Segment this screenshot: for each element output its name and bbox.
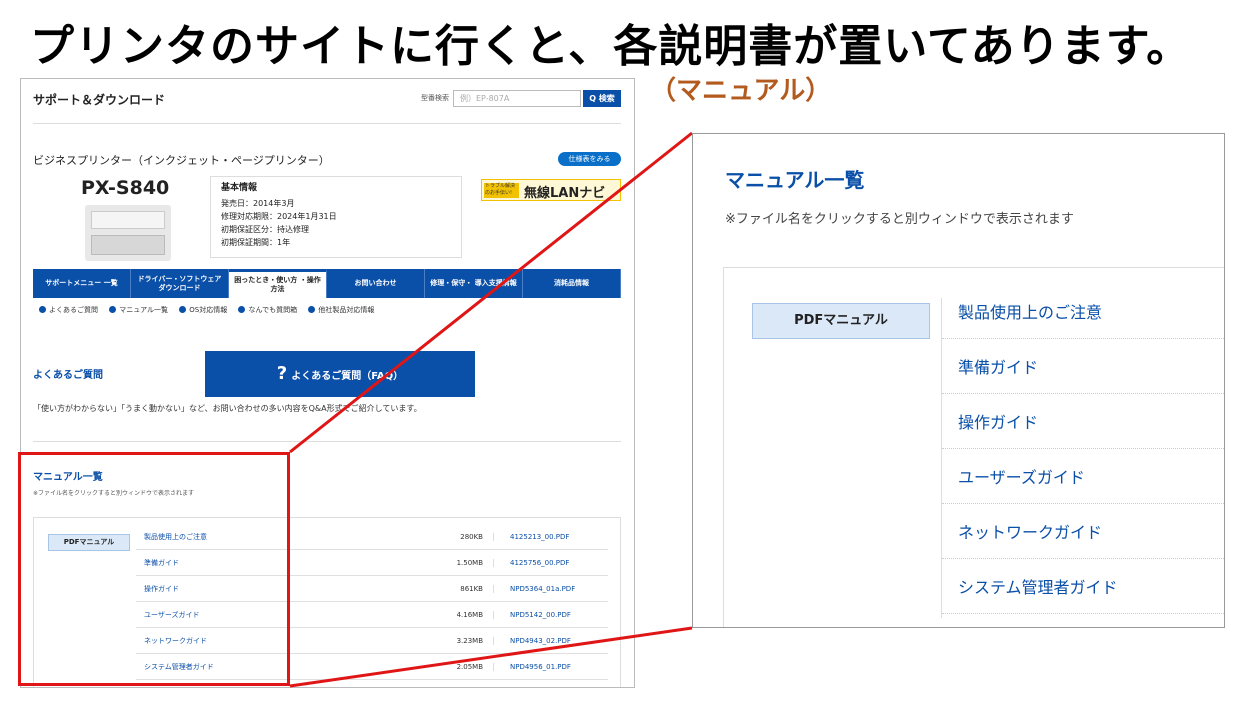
zoom-manual-link[interactable]: 操作ガイド — [942, 394, 1224, 449]
zoom-manual-link[interactable]: 製品使用上のご注意 — [942, 284, 1224, 339]
zoom-note: ※ファイル名をクリックすると別ウィンドウで表示されます — [725, 212, 1074, 227]
callout-line-bottom — [289, 626, 693, 688]
zoom-manual-link[interactable]: 準備ガイド — [942, 339, 1224, 394]
zoomed-manual-panel: マニュアル一覧 ※ファイル名をクリックすると別ウィンドウで表示されます PDFマ… — [692, 133, 1225, 628]
callout-line-top — [289, 131, 693, 454]
zoom-pdf-label: PDFマニュアル — [752, 303, 930, 339]
zoom-heading: マニュアル一覧 — [725, 168, 865, 192]
zoom-manual-box: PDFマニュアル 製品使用上のご注意 準備ガイド 操作ガイド ユーザーズガイド … — [723, 267, 1224, 627]
zoom-manual-list: 製品使用上のご注意 準備ガイド 操作ガイド ユーザーズガイド ネットワークガイド… — [942, 284, 1224, 614]
zoom-manual-link[interactable]: システム管理者ガイド — [942, 559, 1224, 614]
zoom-manual-link[interactable]: ユーザーズガイド — [942, 449, 1224, 504]
zoom-manual-link[interactable]: ネットワークガイド — [942, 504, 1224, 559]
